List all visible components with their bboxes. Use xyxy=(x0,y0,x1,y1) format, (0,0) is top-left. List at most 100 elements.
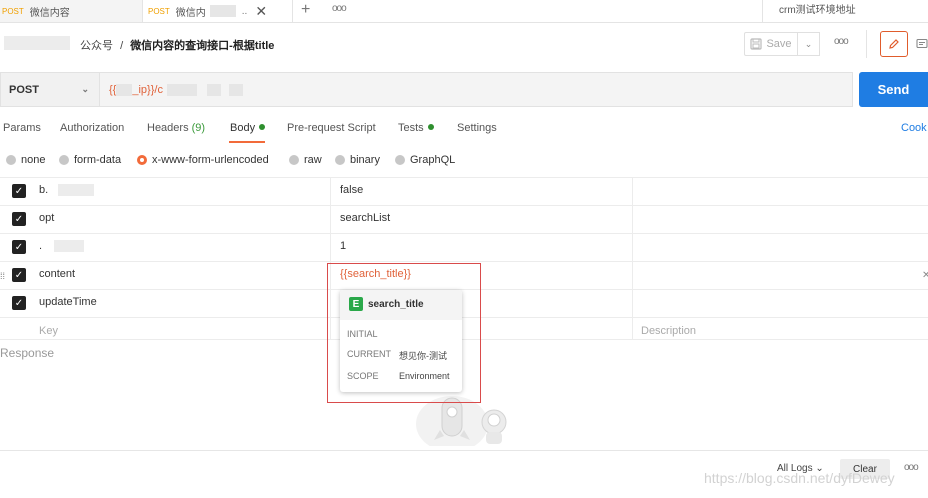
row-checkbox[interactable]: ✓ xyxy=(12,184,26,198)
radio-label: raw xyxy=(304,154,322,166)
environment-badge: E xyxy=(349,297,363,311)
radio-label: GraphQL xyxy=(410,154,456,166)
tab-tests[interactable]: Tests xyxy=(398,122,434,134)
active-tab-indicator xyxy=(229,141,265,143)
radio-circle xyxy=(59,155,69,165)
radio-label: form-data xyxy=(74,154,122,166)
checkmark-icon: ✓ xyxy=(14,269,24,281)
unsaved-dots: .. xyxy=(241,5,248,17)
environment-selector[interactable]: crm测试环境地址 xyxy=(762,0,928,22)
delete-row-icon[interactable]: ✕ xyxy=(922,270,928,281)
status-dot xyxy=(427,124,434,130)
variable-name: search_title xyxy=(368,299,424,310)
redacted-text xyxy=(166,83,197,96)
row-checkbox[interactable]: ✓ xyxy=(12,296,26,310)
method-select[interactable]: POST ⌄ xyxy=(0,72,100,107)
radio-form-data[interactable]: form-data xyxy=(59,154,121,166)
request-more-button[interactable]: ooo xyxy=(834,36,849,47)
variable-popover: E search_title INITIAL CURRENT 想见你-测试 SC… xyxy=(340,290,462,392)
radio-urlencoded[interactable]: x-www-form-urlencoded xyxy=(137,154,269,166)
param-value[interactable]: searchList xyxy=(340,212,390,224)
redacted-text xyxy=(206,83,221,96)
redacted-text xyxy=(54,240,85,253)
redacted-text xyxy=(58,184,95,197)
table-row: ✓ opt searchList xyxy=(0,206,928,234)
table-row: ✓ b. false xyxy=(0,178,928,206)
chevron-down-icon: ⌄ xyxy=(81,84,89,94)
breadcrumb-separator: / xyxy=(120,40,124,52)
scope-value: Environment xyxy=(399,371,450,381)
redacted-text xyxy=(116,83,133,96)
key-placeholder[interactable]: Key xyxy=(39,325,58,337)
breadcrumb: 公众号 / 微信内容的查询接口-根据title xyxy=(80,37,274,53)
redacted-text xyxy=(4,36,70,50)
param-value[interactable]: false xyxy=(340,184,363,196)
save-dropdown-button[interactable]: ⌄ xyxy=(798,32,820,56)
redacted-text xyxy=(209,5,236,17)
save-label: Save xyxy=(766,38,792,50)
radio-circle xyxy=(6,155,16,165)
close-icon[interactable]: ✕ xyxy=(255,3,267,20)
radio-raw[interactable]: raw xyxy=(289,154,322,166)
param-key[interactable]: b. xyxy=(39,184,95,197)
tab-title: 微信内 xyxy=(175,7,206,19)
param-key[interactable]: opt xyxy=(39,212,54,224)
new-tab-button[interactable]: + xyxy=(301,0,310,22)
param-key[interactable]: . xyxy=(39,240,85,253)
tab-more-button[interactable]: ooo xyxy=(332,0,347,22)
tab-body-label: Body xyxy=(230,122,256,134)
scope-label: SCOPE xyxy=(347,371,379,381)
save-button[interactable]: Save xyxy=(744,32,798,56)
tab-params[interactable]: Params xyxy=(3,122,41,134)
tab-method: POST xyxy=(2,6,24,16)
checkmark-icon: ✓ xyxy=(14,241,24,253)
checkmark-icon: ✓ xyxy=(14,185,24,197)
radio-graphql[interactable]: GraphQL xyxy=(395,154,455,166)
method-label: POST xyxy=(9,83,39,96)
param-key[interactable]: content xyxy=(39,268,75,280)
response-label: Response xyxy=(0,346,55,360)
radio-binary[interactable]: binary xyxy=(335,154,380,166)
console-more-button[interactable]: ooo xyxy=(904,462,919,473)
edit-button[interactable] xyxy=(880,31,908,57)
breadcrumb-collection[interactable]: 公众号 xyxy=(80,40,113,52)
save-icon xyxy=(750,38,763,50)
documentation-button[interactable] xyxy=(912,31,928,57)
url-prefix: {{ xyxy=(109,83,117,96)
radio-circle xyxy=(395,155,405,165)
request-tab-1[interactable]: POST 微信内容 xyxy=(0,0,143,22)
param-key[interactable]: updateTime xyxy=(39,296,97,308)
request-tab-2[interactable]: POST 微信内 .. ✕ xyxy=(144,0,293,22)
radio-none[interactable]: none xyxy=(6,154,45,166)
request-name[interactable]: 微信内容的查询接口-根据title xyxy=(130,40,274,52)
cookies-link[interactable]: Cook xyxy=(901,122,927,134)
tab-settings[interactable]: Settings xyxy=(457,122,497,134)
row-checkbox[interactable]: ✓ xyxy=(12,268,26,282)
pencil-icon xyxy=(889,39,899,49)
current-value[interactable]: 想见你-测试 xyxy=(399,349,447,362)
tab-prerequest-script[interactable]: Pre-request Script xyxy=(287,122,376,134)
tab-method: POST xyxy=(148,6,170,16)
tab-headers[interactable]: Headers (9) xyxy=(147,122,205,134)
tab-body[interactable]: Body xyxy=(230,122,266,134)
param-value[interactable]: 1 xyxy=(340,240,346,252)
radio-label: x-www-form-urlencoded xyxy=(152,154,269,166)
checkmark-icon: ✓ xyxy=(14,213,24,225)
send-button[interactable]: Send xyxy=(859,72,928,107)
description-placeholder[interactable]: Description xyxy=(641,325,696,337)
headers-count: (9) xyxy=(191,122,206,134)
url-input[interactable]: {{ _ip}}/c xyxy=(100,72,853,107)
radio-label: none xyxy=(21,154,46,166)
status-dot xyxy=(259,124,266,130)
radio-circle xyxy=(335,155,345,165)
row-checkbox[interactable]: ✓ xyxy=(12,240,26,254)
divider xyxy=(866,30,867,58)
current-label: CURRENT xyxy=(347,349,391,359)
tab-title: 微信内容 xyxy=(29,7,70,19)
row-checkbox[interactable]: ✓ xyxy=(12,212,26,226)
radio-circle xyxy=(289,155,299,165)
tab-authorization[interactable]: Authorization xyxy=(60,122,124,134)
tab-tests-label: Tests xyxy=(398,122,424,134)
redacted-text xyxy=(228,83,243,96)
checkmark-icon: ✓ xyxy=(14,297,24,309)
